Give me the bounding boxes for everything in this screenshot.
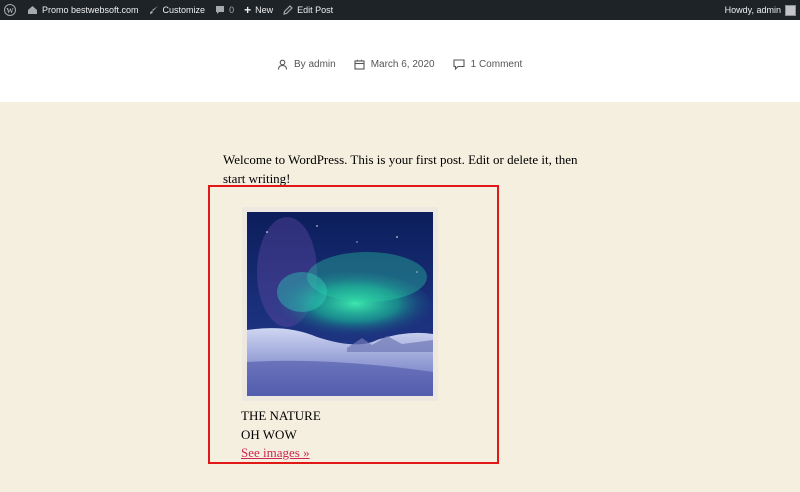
see-images-link[interactable]: See images » xyxy=(241,445,310,461)
gallery-thumbnail[interactable] xyxy=(242,207,438,401)
customize-button[interactable]: Customize xyxy=(144,0,211,20)
gallery-block: THE NATURE OH WOW See images » xyxy=(208,185,499,464)
new-label: New xyxy=(255,5,274,15)
new-content-button[interactable]: + New xyxy=(239,0,278,20)
customize-label: Customize xyxy=(162,5,206,15)
wordpress-icon: W xyxy=(4,4,16,16)
admin-bar: W Promo bestwebsoft.com Customize 0 + Ne… xyxy=(0,0,800,20)
edit-post-button[interactable]: Edit Post xyxy=(278,0,338,20)
post-author: By admin xyxy=(277,59,336,70)
howdy-label: Howdy, admin xyxy=(724,5,781,15)
author-link[interactable]: By admin xyxy=(294,59,336,70)
aurora-image xyxy=(247,212,433,396)
site-name-label: Promo bestwebsoft.com xyxy=(42,5,139,15)
site-name-menu[interactable]: Promo bestwebsoft.com xyxy=(22,0,144,20)
comments-count: 0 xyxy=(229,5,235,15)
gallery-caption-subtitle: OH WOW xyxy=(241,427,297,442)
pencil-icon xyxy=(283,5,293,15)
avatar xyxy=(785,4,796,16)
calendar-icon xyxy=(354,59,365,70)
post-meta: By admin March 6, 2020 1 Comment xyxy=(277,59,540,70)
comments-button[interactable]: 0 xyxy=(210,0,239,20)
comments-link[interactable]: 1 Comment xyxy=(471,59,523,70)
post-intro-text: Welcome to WordPress. This is your first… xyxy=(223,152,578,186)
post-header: By admin March 6, 2020 1 Comment xyxy=(0,20,800,102)
home-dashboard-icon xyxy=(27,5,38,15)
date-link[interactable]: March 6, 2020 xyxy=(371,59,435,70)
post-date: March 6, 2020 xyxy=(354,59,435,70)
user-icon xyxy=(277,59,288,70)
comment-bubble-icon xyxy=(215,5,225,15)
post-comments: 1 Comment xyxy=(453,59,523,70)
svg-text:W: W xyxy=(6,6,14,15)
comment-icon xyxy=(453,59,465,70)
paintbrush-icon xyxy=(149,5,159,15)
plus-icon: + xyxy=(244,3,252,17)
gallery-caption-title: THE NATURE xyxy=(241,408,321,423)
wordpress-logo-button[interactable]: W xyxy=(0,0,22,20)
edit-post-label: Edit Post xyxy=(297,5,334,15)
my-account-menu[interactable]: Howdy, admin xyxy=(725,0,800,20)
